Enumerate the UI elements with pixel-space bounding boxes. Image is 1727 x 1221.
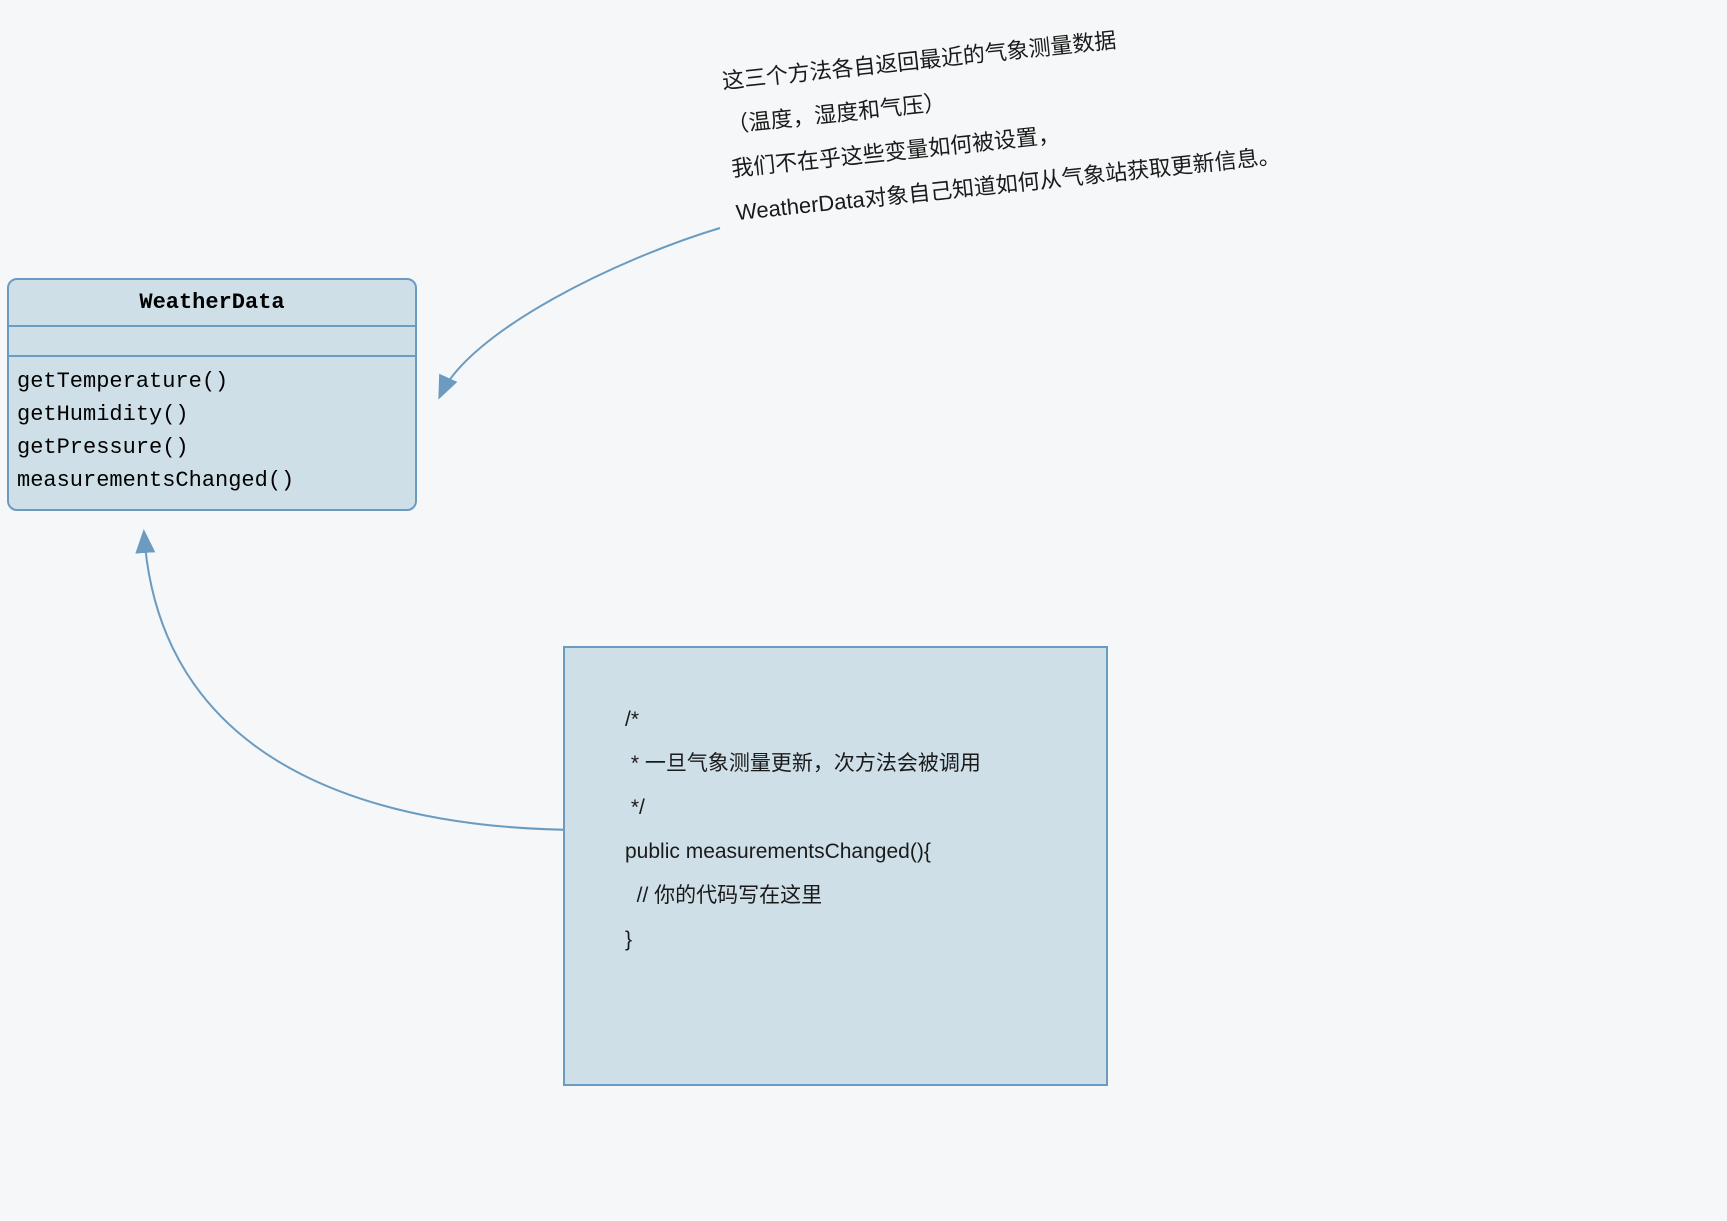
uml-method: getPressure() xyxy=(17,431,407,464)
code-line: /* xyxy=(625,698,1056,742)
code-snippet-box: /* * 一旦气象测量更新，次方法会被调用 */ public measurem… xyxy=(563,646,1108,1086)
uml-method: getHumidity() xyxy=(17,398,407,431)
code-line: */ xyxy=(625,786,1056,830)
uml-method: getTemperature() xyxy=(17,365,407,398)
uml-class-methods-section: getTemperature() getHumidity() getPressu… xyxy=(9,357,415,509)
arrow-annotation-to-class xyxy=(440,228,720,396)
uml-method: measurementsChanged() xyxy=(17,464,407,497)
code-line: // 你的代码写在这里 xyxy=(625,874,1056,918)
code-line: * 一旦气象测量更新，次方法会被调用 xyxy=(625,742,1056,786)
uml-class-box: WeatherData getTemperature() getHumidity… xyxy=(7,278,417,511)
uml-class-title: WeatherData xyxy=(9,280,415,327)
annotation-note: 这三个方法各自返回最近的气象测量数据 （温度，湿度和气压） 我们不在乎这些变量如… xyxy=(720,0,1454,235)
code-line: public measurementsChanged(){ xyxy=(625,830,1056,874)
uml-class-attributes-section xyxy=(9,327,415,357)
code-line: } xyxy=(625,918,1056,962)
arrow-code-to-class xyxy=(144,533,585,830)
